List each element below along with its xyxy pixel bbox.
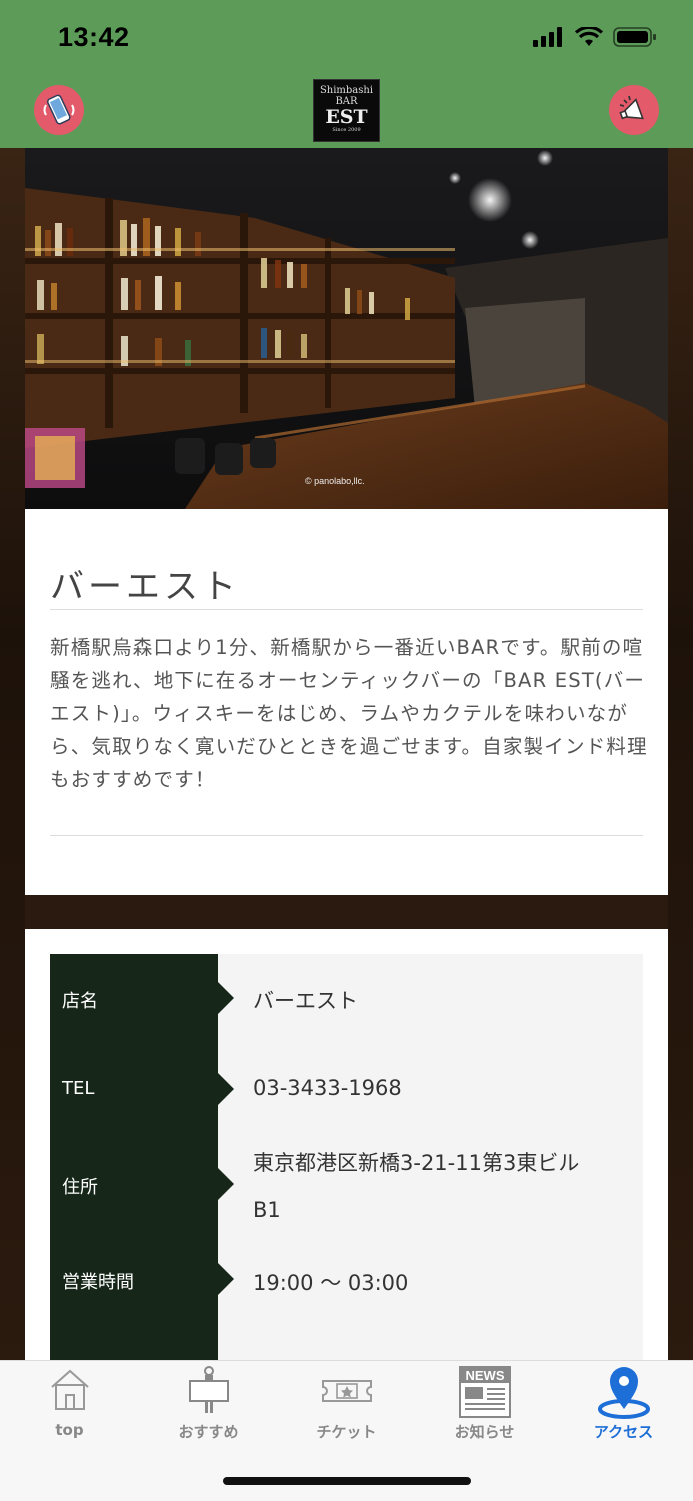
battery-icon — [613, 27, 656, 47]
tab-recommend[interactable]: おすすめ — [139, 1361, 278, 1451]
info-card: 店名 バーエスト TEL 03-3433-1968 住所 東京都港区新橋3-21… — [25, 929, 668, 1360]
tab-access[interactable]: アクセス — [554, 1361, 693, 1451]
info-value-tel[interactable]: 03-3433-1968 — [253, 1076, 402, 1100]
tab-news[interactable]: NEWS お知らせ — [415, 1361, 554, 1451]
info-value-name: バーエスト — [253, 989, 358, 1013]
shop-logo: Shimbashi BAR EST Since 2009 — [313, 79, 380, 142]
ticket-icon — [321, 1380, 372, 1402]
description-divider — [50, 835, 643, 836]
shop-info-table: 店名 バーエスト TEL 03-3433-1968 住所 東京都港区新橋3-21… — [50, 954, 643, 1360]
photo-credit: © panolabo,llc. — [305, 476, 365, 486]
news-icon: NEWS — [458, 1366, 511, 1418]
signal-icon — [533, 27, 562, 47]
background-left — [0, 148, 25, 1360]
row-arrow — [218, 1168, 234, 1200]
info-label-column — [50, 954, 218, 1360]
info-label-name: 店名 — [62, 991, 98, 1012]
info-value-address-floor: B1 — [253, 1198, 281, 1222]
shop-title: バーエスト — [50, 567, 240, 607]
svg-text:NEWS: NEWS — [465, 1368, 504, 1383]
hero-photo: © panolabo,llc. — [25, 148, 668, 509]
row-arrow — [218, 1073, 234, 1105]
info-label-hours: 営業時間 — [62, 1272, 134, 1293]
background-right — [668, 148, 693, 1360]
info-label-tel: TEL — [62, 1078, 95, 1099]
phone-shake-icon — [43, 94, 75, 125]
status-time: 13:42 — [58, 22, 130, 52]
app-header: Shimbashi BAR EST Since 2009 — [0, 72, 693, 148]
title-divider — [50, 609, 643, 610]
info-value-hours: 19:00 〜 03:00 — [253, 1271, 409, 1295]
home-indicator[interactable] — [223, 1477, 471, 1485]
tab-ticket[interactable]: チケット — [277, 1361, 416, 1451]
bar-interior-image: © panolabo,llc. — [25, 148, 668, 509]
map-pin-icon — [597, 1367, 650, 1419]
shop-description: 新橋駅烏森口より1分、新橋駅から一番近いBARです。駅前の喧騒を逃れ、地下に在る… — [50, 636, 648, 791]
announce-button[interactable] — [609, 85, 659, 135]
row-arrow — [218, 982, 234, 1014]
tab-top[interactable]: top — [0, 1361, 139, 1451]
info-label-address: 住所 — [62, 1177, 98, 1198]
recommend-sign-icon — [188, 1366, 229, 1413]
about-card: バーエスト 新橋駅烏森口より1分、新橋駅から一番近いBARです。駅前の喧騒を逃れ… — [25, 509, 668, 895]
info-value-address: 東京都港区新橋3-21-11第3東ビル — [253, 1151, 580, 1175]
wifi-icon — [575, 27, 603, 46]
call-button[interactable] — [34, 85, 84, 135]
status-icons — [533, 26, 657, 48]
megaphone-icon — [619, 95, 644, 120]
home-icon — [50, 1369, 89, 1410]
status-bar: 13:42 — [0, 0, 693, 72]
row-arrow — [218, 1263, 234, 1295]
